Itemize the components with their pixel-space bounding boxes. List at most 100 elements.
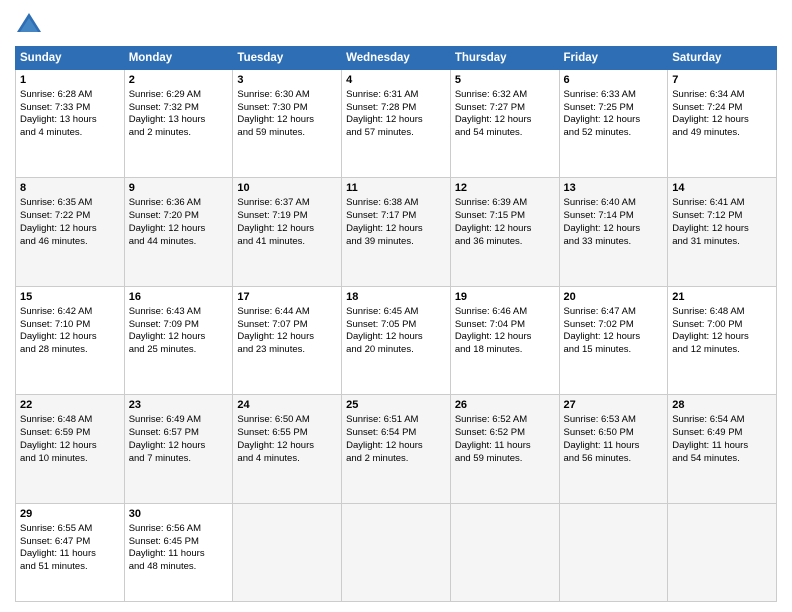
cell-line: Daylight: 12 hours (237, 440, 337, 453)
cell-line: Daylight: 12 hours (346, 223, 446, 236)
calendar-cell: 28Sunrise: 6:54 AMSunset: 6:49 PMDayligh… (668, 395, 777, 503)
calendar-cell: 11Sunrise: 6:38 AMSunset: 7:17 PMDayligh… (342, 178, 451, 286)
calendar-cell: 30Sunrise: 6:56 AMSunset: 6:45 PMDayligh… (124, 503, 233, 601)
day-number: 17 (237, 290, 337, 305)
cell-line: Sunrise: 6:34 AM (672, 89, 772, 102)
cell-line: Sunrise: 6:28 AM (20, 89, 120, 102)
page: SundayMondayTuesdayWednesdayThursdayFrid… (0, 0, 792, 612)
cell-line: Daylight: 12 hours (237, 331, 337, 344)
calendar-cell: 5Sunrise: 6:32 AMSunset: 7:27 PMDaylight… (450, 70, 559, 178)
cell-line: Sunset: 6:54 PM (346, 427, 446, 440)
cell-line: Daylight: 12 hours (129, 331, 229, 344)
cell-line: and 54 minutes. (455, 127, 555, 140)
cell-line: Sunset: 6:57 PM (129, 427, 229, 440)
cell-line: Daylight: 13 hours (129, 114, 229, 127)
calendar-table: SundayMondayTuesdayWednesdayThursdayFrid… (15, 46, 777, 602)
col-header-saturday: Saturday (668, 47, 777, 70)
cell-line: Daylight: 11 hours (20, 548, 120, 561)
calendar-cell: 29Sunrise: 6:55 AMSunset: 6:47 PMDayligh… (16, 503, 125, 601)
calendar-cell: 23Sunrise: 6:49 AMSunset: 6:57 PMDayligh… (124, 395, 233, 503)
calendar-cell: 12Sunrise: 6:39 AMSunset: 7:15 PMDayligh… (450, 178, 559, 286)
day-number: 15 (20, 290, 120, 305)
day-number: 8 (20, 181, 120, 196)
cell-line: and 33 minutes. (564, 236, 664, 249)
cell-line: Sunrise: 6:30 AM (237, 89, 337, 102)
calendar-cell: 24Sunrise: 6:50 AMSunset: 6:55 PMDayligh… (233, 395, 342, 503)
cell-line: Daylight: 12 hours (564, 331, 664, 344)
cell-line: and 10 minutes. (20, 453, 120, 466)
cell-line: Sunset: 7:22 PM (20, 210, 120, 223)
day-number: 9 (129, 181, 229, 196)
cell-line: and 51 minutes. (20, 561, 120, 574)
cell-line: Sunrise: 6:49 AM (129, 414, 229, 427)
calendar-cell (233, 503, 342, 601)
day-number: 23 (129, 398, 229, 413)
cell-line: and 28 minutes. (20, 344, 120, 357)
cell-line: and 49 minutes. (672, 127, 772, 140)
calendar-cell: 21Sunrise: 6:48 AMSunset: 7:00 PMDayligh… (668, 286, 777, 394)
cell-line: Sunrise: 6:43 AM (129, 306, 229, 319)
cell-line: Sunset: 6:55 PM (237, 427, 337, 440)
cell-line: Sunrise: 6:29 AM (129, 89, 229, 102)
cell-line: Sunrise: 6:51 AM (346, 414, 446, 427)
cell-line: Daylight: 12 hours (672, 331, 772, 344)
cell-line: Sunrise: 6:52 AM (455, 414, 555, 427)
cell-line: and 36 minutes. (455, 236, 555, 249)
calendar-cell: 17Sunrise: 6:44 AMSunset: 7:07 PMDayligh… (233, 286, 342, 394)
cell-line: and 4 minutes. (237, 453, 337, 466)
header (15, 10, 777, 38)
calendar-cell: 22Sunrise: 6:48 AMSunset: 6:59 PMDayligh… (16, 395, 125, 503)
day-number: 19 (455, 290, 555, 305)
calendar-cell: 14Sunrise: 6:41 AMSunset: 7:12 PMDayligh… (668, 178, 777, 286)
cell-line: Sunset: 7:09 PM (129, 319, 229, 332)
calendar-cell: 27Sunrise: 6:53 AMSunset: 6:50 PMDayligh… (559, 395, 668, 503)
cell-line: Sunset: 7:24 PM (672, 102, 772, 115)
cell-line: Daylight: 12 hours (346, 114, 446, 127)
calendar-cell: 2Sunrise: 6:29 AMSunset: 7:32 PMDaylight… (124, 70, 233, 178)
cell-line: Daylight: 12 hours (564, 114, 664, 127)
day-number: 14 (672, 181, 772, 196)
calendar-cell: 9Sunrise: 6:36 AMSunset: 7:20 PMDaylight… (124, 178, 233, 286)
cell-line: Sunrise: 6:53 AM (564, 414, 664, 427)
cell-line: and 15 minutes. (564, 344, 664, 357)
day-number: 10 (237, 181, 337, 196)
day-number: 28 (672, 398, 772, 413)
cell-line: Daylight: 12 hours (455, 331, 555, 344)
cell-line: and 12 minutes. (672, 344, 772, 357)
cell-line: Sunrise: 6:46 AM (455, 306, 555, 319)
calendar-cell: 19Sunrise: 6:46 AMSunset: 7:04 PMDayligh… (450, 286, 559, 394)
cell-line: and 48 minutes. (129, 561, 229, 574)
day-number: 1 (20, 73, 120, 88)
calendar-cell: 25Sunrise: 6:51 AMSunset: 6:54 PMDayligh… (342, 395, 451, 503)
calendar-cell: 13Sunrise: 6:40 AMSunset: 7:14 PMDayligh… (559, 178, 668, 286)
col-header-sunday: Sunday (16, 47, 125, 70)
cell-line: Sunset: 6:49 PM (672, 427, 772, 440)
calendar-cell: 20Sunrise: 6:47 AMSunset: 7:02 PMDayligh… (559, 286, 668, 394)
cell-line: Sunrise: 6:45 AM (346, 306, 446, 319)
cell-line: Sunrise: 6:40 AM (564, 197, 664, 210)
cell-line: Sunset: 7:33 PM (20, 102, 120, 115)
cell-line: Sunset: 6:52 PM (455, 427, 555, 440)
cell-line: Sunset: 7:14 PM (564, 210, 664, 223)
cell-line: Sunrise: 6:33 AM (564, 89, 664, 102)
day-number: 13 (564, 181, 664, 196)
cell-line: Daylight: 13 hours (20, 114, 120, 127)
cell-line: and 7 minutes. (129, 453, 229, 466)
cell-line: Daylight: 12 hours (672, 223, 772, 236)
calendar-cell: 1Sunrise: 6:28 AMSunset: 7:33 PMDaylight… (16, 70, 125, 178)
cell-line: Daylight: 12 hours (237, 223, 337, 236)
logo-icon (15, 10, 43, 38)
cell-line: Sunrise: 6:48 AM (672, 306, 772, 319)
calendar-cell: 6Sunrise: 6:33 AMSunset: 7:25 PMDaylight… (559, 70, 668, 178)
cell-line: Sunrise: 6:39 AM (455, 197, 555, 210)
cell-line: Sunrise: 6:48 AM (20, 414, 120, 427)
cell-line: Sunrise: 6:35 AM (20, 197, 120, 210)
cell-line: Sunset: 6:47 PM (20, 536, 120, 549)
cell-line: Daylight: 12 hours (346, 440, 446, 453)
calendar-cell (450, 503, 559, 601)
day-number: 5 (455, 73, 555, 88)
cell-line: Daylight: 11 hours (129, 548, 229, 561)
calendar-cell: 16Sunrise: 6:43 AMSunset: 7:09 PMDayligh… (124, 286, 233, 394)
cell-line: Sunset: 7:30 PM (237, 102, 337, 115)
cell-line: Sunset: 7:17 PM (346, 210, 446, 223)
